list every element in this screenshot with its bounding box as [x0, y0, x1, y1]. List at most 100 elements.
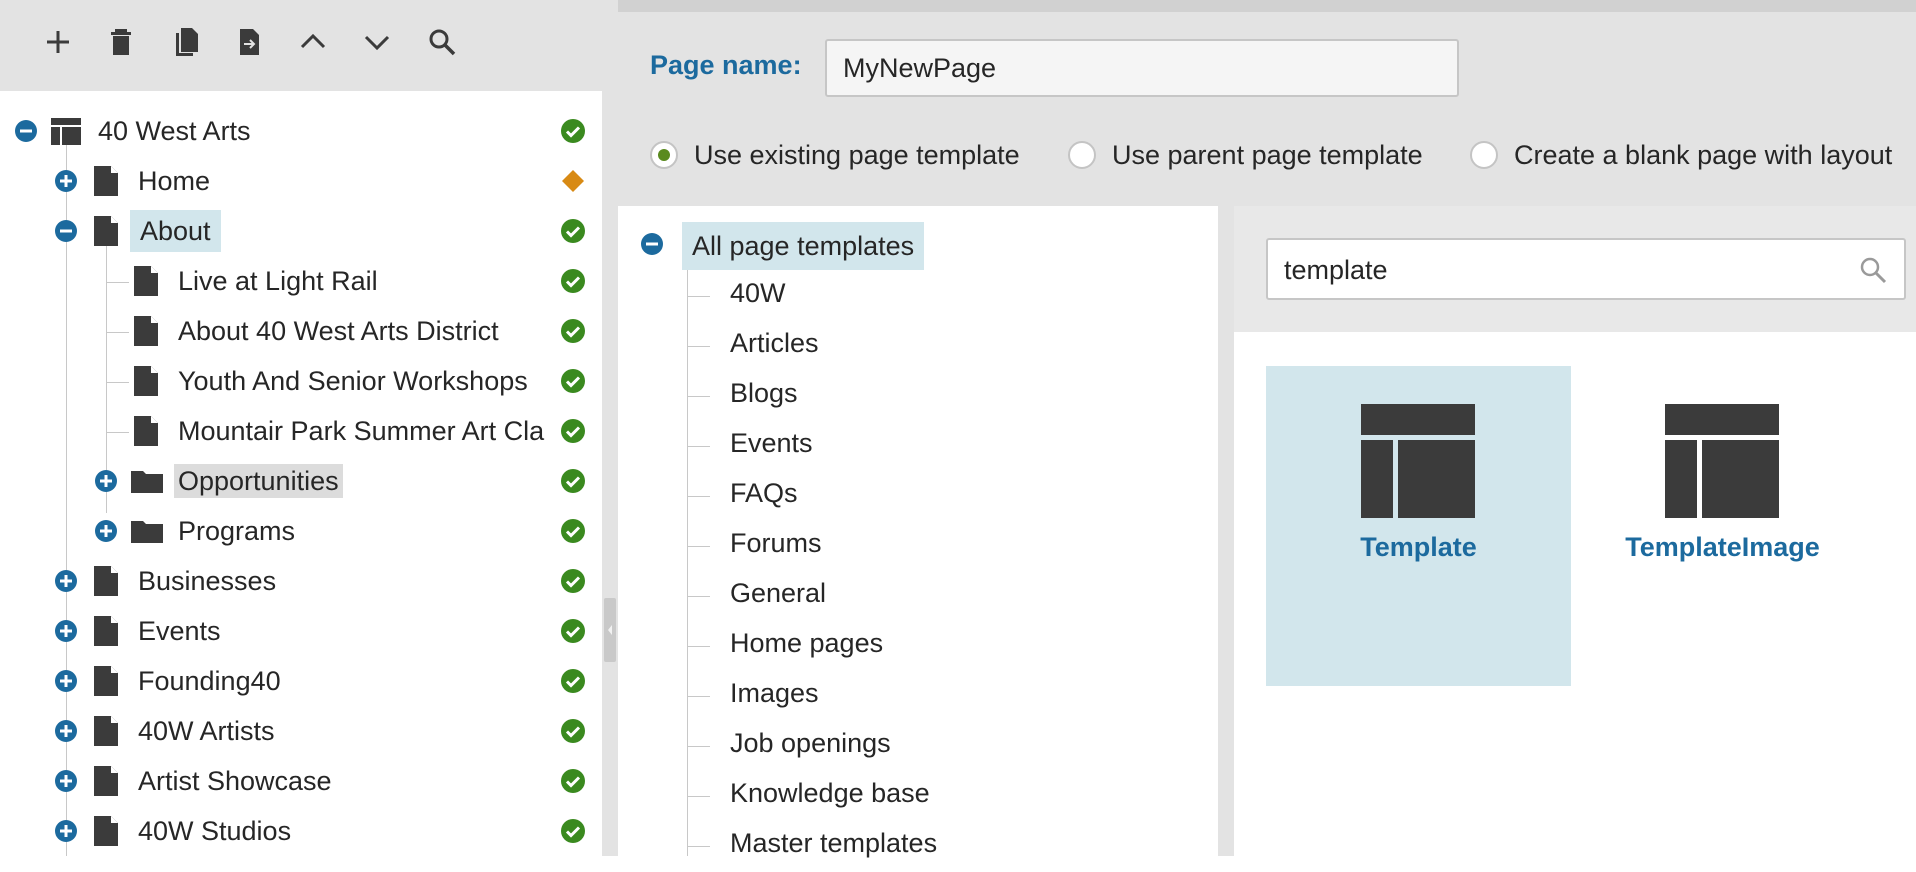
tree-item[interactable]: Programs [0, 506, 602, 556]
tree-item[interactable]: Businesses [0, 556, 602, 606]
expand-icon[interactable] [54, 769, 78, 793]
tree-item[interactable]: Artist Showcase [0, 756, 602, 806]
published-check-icon [561, 819, 585, 843]
expand-icon[interactable] [54, 169, 78, 193]
page-icon [134, 316, 158, 346]
published-check-icon [561, 719, 585, 743]
collapse-arrow-icon [608, 625, 612, 635]
published-check-icon [561, 569, 585, 593]
category-label: Images [730, 678, 819, 708]
published-check-icon [561, 769, 585, 793]
category-item[interactable]: Job openings [618, 722, 1178, 772]
expand-icon[interactable] [54, 619, 78, 643]
page-name-input[interactable] [825, 39, 1459, 97]
expand-icon[interactable] [54, 669, 78, 693]
collapse-icon[interactable] [54, 219, 78, 243]
published-check-icon [561, 319, 585, 343]
tree-item[interactable]: Youth And Senior Workshops [0, 356, 602, 406]
template-name: Template [1360, 532, 1477, 562]
trash-icon [111, 29, 131, 55]
category-item[interactable]: Images [618, 672, 1178, 722]
tree-item-label: Mountair Park Summer Art Clа [178, 416, 545, 446]
tree-guide-line [688, 646, 710, 647]
page-layout-icon [1665, 404, 1779, 518]
tree-item-selected[interactable]: About [0, 206, 602, 256]
tree-item[interactable]: 40 West Arts [0, 106, 602, 156]
search-icon [429, 29, 456, 56]
expand-icon[interactable] [94, 469, 118, 493]
expand-icon[interactable] [54, 819, 78, 843]
category-item[interactable]: Articles [618, 322, 1178, 372]
radio-unchecked-icon [1470, 141, 1498, 169]
category-label: General [730, 578, 827, 608]
move-down-button[interactable] [357, 22, 397, 62]
tree-item-label: Events [138, 616, 221, 646]
category-item[interactable]: FAQs [618, 472, 1178, 522]
tree-item[interactable]: Events [0, 606, 602, 656]
template-card-templateimage[interactable]: TemplateImage [1570, 366, 1875, 686]
tree-item[interactable]: Home [0, 156, 602, 206]
category-item[interactable]: Home pages [618, 622, 1178, 672]
published-check-icon [561, 619, 585, 643]
category-item[interactable]: General [618, 572, 1178, 622]
category-item[interactable]: Events [618, 422, 1178, 472]
use-existing-template-radio[interactable]: Use existing page template [650, 137, 1020, 173]
tree-guide-line [688, 346, 710, 347]
template-card-template[interactable]: Template [1266, 366, 1571, 686]
panel-splitter[interactable] [602, 0, 618, 856]
tree-guide-line [688, 496, 710, 497]
use-parent-template-radio[interactable]: Use parent page template [1068, 137, 1423, 173]
tree-item[interactable]: Opportunities [0, 456, 602, 506]
modified-diamond-icon [562, 170, 584, 192]
expand-icon[interactable] [54, 719, 78, 743]
tree-item-label: About 40 West Arts District [178, 316, 499, 346]
category-item[interactable]: 40W [618, 272, 1178, 322]
expand-icon[interactable] [54, 569, 78, 593]
expand-icon[interactable] [94, 519, 118, 543]
radio-checked-icon [650, 141, 678, 169]
tree-item[interactable]: Mountair Park Summer Art Clа [0, 406, 602, 456]
tree-guide-line [688, 746, 710, 747]
splitter-handle[interactable] [604, 598, 616, 662]
published-check-icon [561, 419, 585, 443]
tree-toolbar [0, 0, 602, 91]
copy-icon [176, 28, 198, 56]
tree-item-label: 40W Studios [138, 816, 292, 846]
search-icon[interactable] [1858, 255, 1888, 285]
move-up-button[interactable] [293, 22, 333, 62]
category-label: Master templates [730, 828, 938, 858]
category-item[interactable]: Master templates [618, 822, 1178, 872]
collapse-icon[interactable] [640, 232, 664, 256]
published-check-icon [561, 469, 585, 493]
tree-item[interactable]: Founding40 [0, 656, 602, 706]
collapse-icon[interactable] [14, 119, 38, 143]
tree-item[interactable]: 40W Artists [0, 706, 602, 756]
tree-item[interactable]: Live at Light Rail [0, 256, 602, 306]
category-label: Knowledge base [730, 778, 930, 808]
tree-item[interactable]: 40W Studios [0, 806, 602, 856]
move-button[interactable] [229, 22, 269, 62]
category-item[interactable]: Forums [618, 522, 1178, 572]
panel-divider [1218, 206, 1234, 856]
category-label: Events [730, 428, 813, 458]
radio-unchecked-icon [1068, 141, 1096, 169]
template-search-input[interactable] [1282, 250, 1846, 290]
tree-guide-line [688, 696, 710, 697]
page-icon [94, 566, 118, 596]
search-tree-button[interactable] [422, 22, 462, 62]
tree-item-label: Home [138, 166, 211, 196]
category-root[interactable]: All page templates [618, 222, 1178, 272]
tree-item-label: Opportunities [174, 464, 343, 498]
category-item[interactable]: Blogs [618, 372, 1178, 422]
category-item[interactable]: Knowledge base [618, 772, 1178, 822]
create-blank-page-radio[interactable]: Create a blank page with layout [1470, 137, 1892, 173]
delete-button[interactable] [101, 22, 141, 62]
published-check-icon [561, 219, 585, 243]
copy-button[interactable] [166, 22, 206, 62]
page-icon [94, 766, 118, 796]
tree-item[interactable]: About 40 West Arts District [0, 306, 602, 356]
page-name-label: Page name: [650, 50, 802, 80]
new-page-button[interactable] [38, 22, 78, 62]
tree-guide-line [688, 846, 710, 847]
move-document-icon [240, 29, 259, 55]
